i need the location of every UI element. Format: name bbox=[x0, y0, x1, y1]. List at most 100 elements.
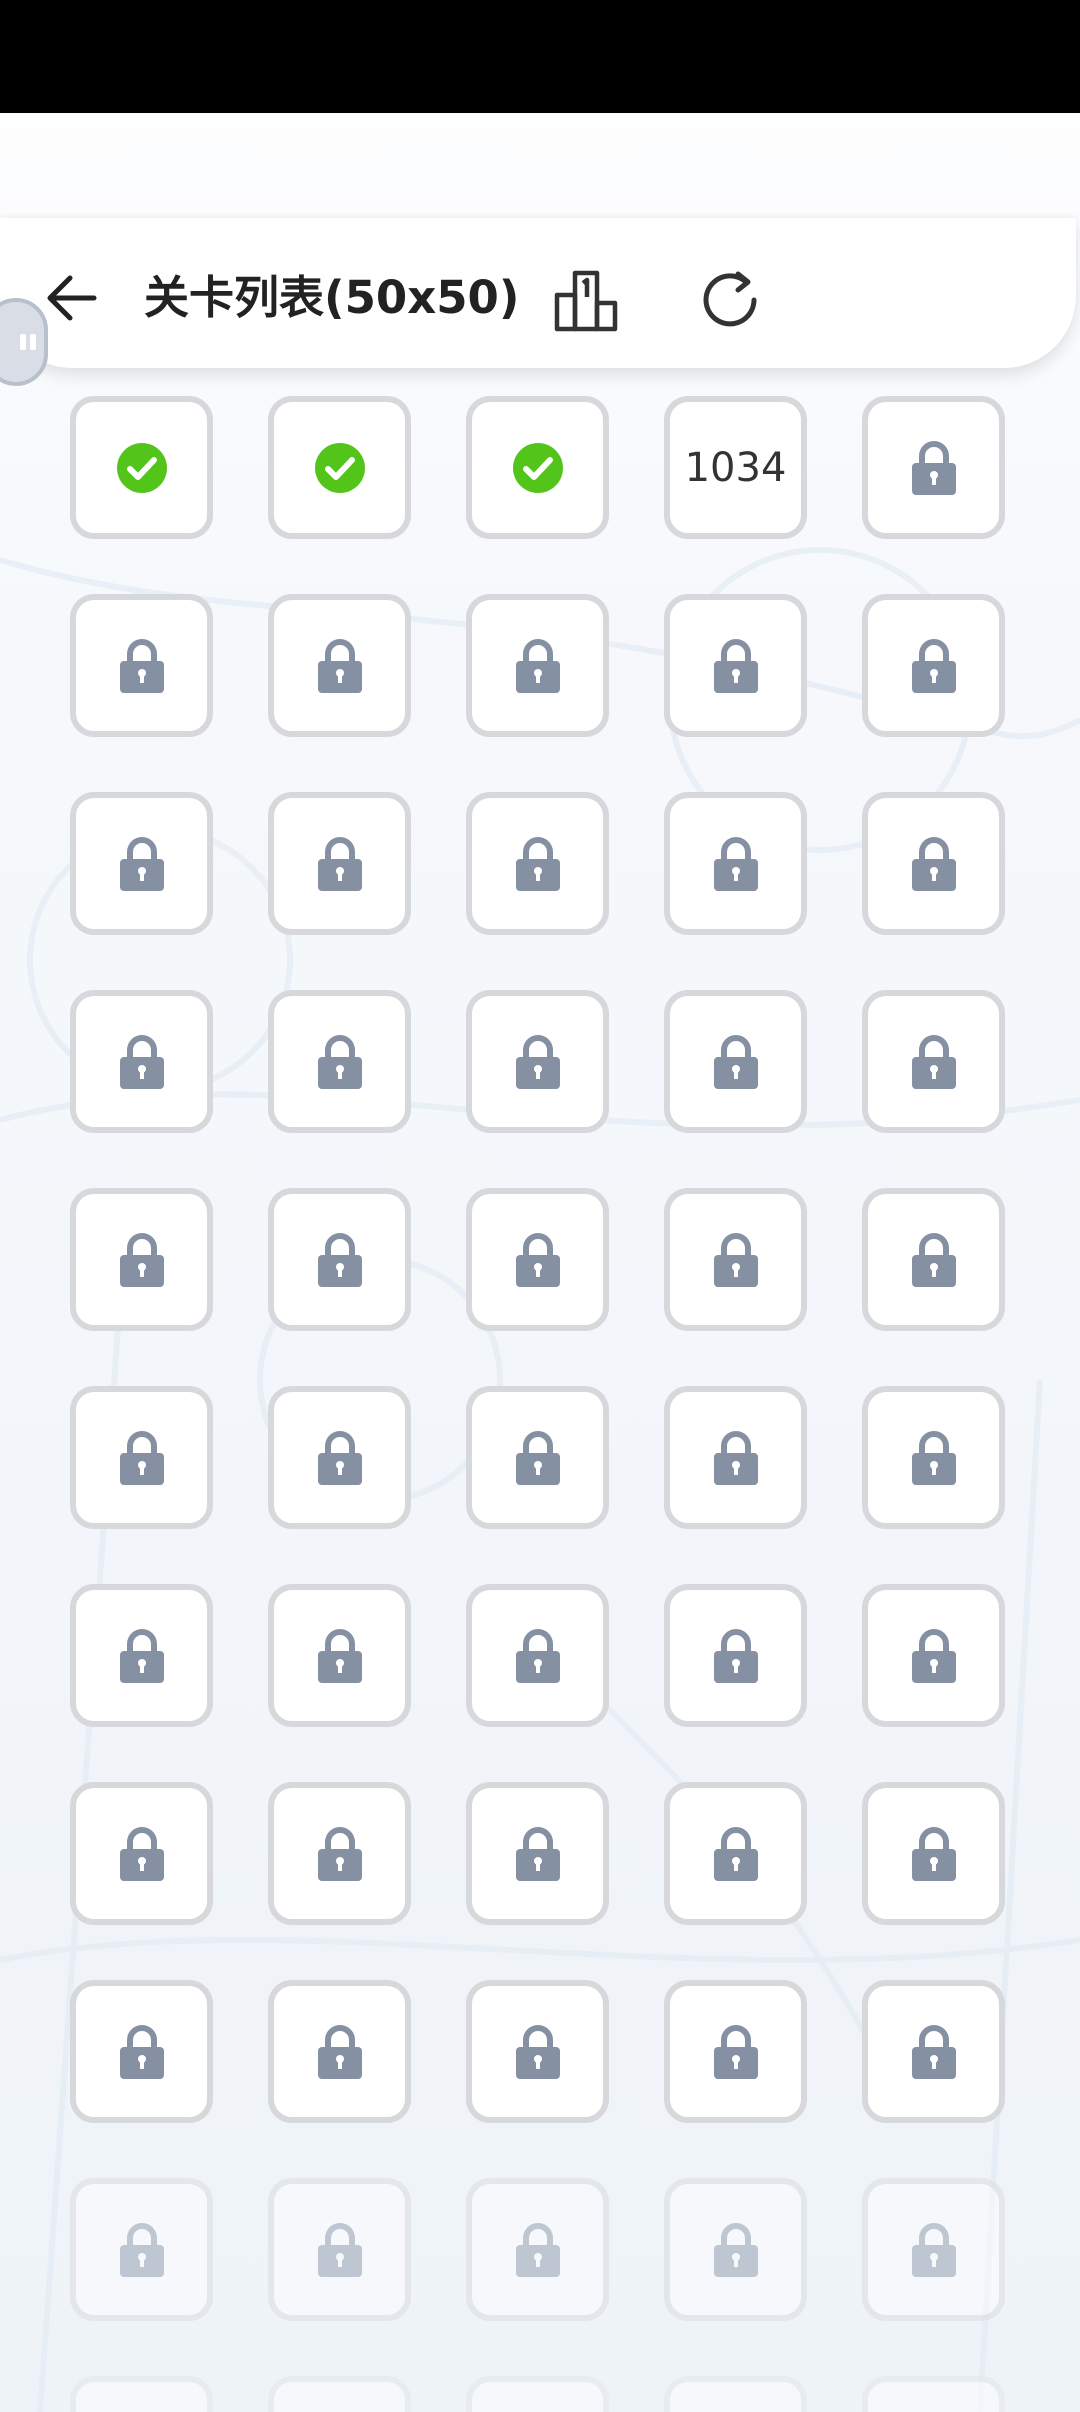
level-cell-partial bbox=[664, 2376, 807, 2412]
level-cell-locked[interactable] bbox=[466, 1386, 609, 1529]
level-cell-locked[interactable] bbox=[466, 1188, 609, 1331]
level-cell-locked[interactable] bbox=[862, 1386, 1005, 1529]
level-cell-locked[interactable] bbox=[466, 1980, 609, 2123]
level-cell-locked[interactable] bbox=[664, 1386, 807, 1529]
lock-icon bbox=[911, 1826, 956, 1881]
level-cell-locked[interactable] bbox=[70, 2178, 213, 2321]
lock-icon bbox=[713, 638, 758, 693]
level-cell-locked[interactable] bbox=[268, 1782, 411, 1925]
lock-icon bbox=[119, 2222, 164, 2277]
check-circle-icon bbox=[116, 442, 167, 493]
level-cell-partial bbox=[70, 2376, 213, 2412]
lock-icon bbox=[317, 836, 362, 891]
level-cell-locked[interactable] bbox=[664, 2178, 807, 2321]
lock-icon bbox=[713, 1826, 758, 1881]
level-cell-completed[interactable] bbox=[268, 396, 411, 539]
level-cell-locked[interactable] bbox=[862, 1188, 1005, 1331]
lock-icon bbox=[317, 638, 362, 693]
lock-icon bbox=[515, 1034, 560, 1089]
level-cell-completed[interactable] bbox=[70, 396, 213, 539]
level-cell-locked[interactable] bbox=[70, 792, 213, 935]
lock-icon bbox=[119, 1628, 164, 1683]
level-cell-locked[interactable] bbox=[862, 792, 1005, 935]
lock-icon bbox=[515, 2222, 560, 2277]
level-cell-locked[interactable] bbox=[70, 1386, 213, 1529]
level-cell-locked[interactable] bbox=[664, 1782, 807, 1925]
lock-icon bbox=[515, 1826, 560, 1881]
level-cell-locked[interactable] bbox=[664, 1584, 807, 1727]
level-list-screen: 关卡列表(50x50) 1034 bbox=[0, 0, 1080, 2412]
level-cell-locked[interactable] bbox=[268, 1980, 411, 2123]
level-cell-locked[interactable] bbox=[862, 396, 1005, 539]
level-cell-locked[interactable] bbox=[466, 990, 609, 1133]
lock-icon bbox=[119, 836, 164, 891]
level-cell-locked[interactable] bbox=[70, 1980, 213, 2123]
level-cell-locked[interactable] bbox=[268, 1584, 411, 1727]
level-cell-completed[interactable] bbox=[466, 396, 609, 539]
level-cell-locked[interactable] bbox=[70, 594, 213, 737]
lock-icon bbox=[515, 1232, 560, 1287]
lock-icon bbox=[911, 1034, 956, 1089]
level-cell-current[interactable]: 1034 bbox=[664, 396, 807, 539]
level-cell-locked[interactable] bbox=[268, 594, 411, 737]
level-cell-locked[interactable] bbox=[268, 792, 411, 935]
lock-icon bbox=[515, 2024, 560, 2079]
lock-icon bbox=[317, 2222, 362, 2277]
lock-icon bbox=[119, 1034, 164, 1089]
lock-icon bbox=[119, 1430, 164, 1485]
level-cell-locked[interactable] bbox=[664, 1980, 807, 2123]
lock-icon bbox=[317, 1430, 362, 1485]
lock-icon bbox=[515, 1628, 560, 1683]
lock-icon bbox=[911, 1430, 956, 1485]
level-cell-locked[interactable] bbox=[70, 990, 213, 1133]
level-cell-locked[interactable] bbox=[862, 594, 1005, 737]
level-grid: 1034 bbox=[0, 0, 1080, 2412]
level-cell-locked[interactable] bbox=[466, 792, 609, 935]
level-cell-locked[interactable] bbox=[268, 1386, 411, 1529]
lock-icon bbox=[713, 1232, 758, 1287]
lock-icon bbox=[515, 1430, 560, 1485]
level-cell-locked[interactable] bbox=[862, 1584, 1005, 1727]
check-circle-icon bbox=[512, 442, 563, 493]
lock-icon bbox=[317, 1034, 362, 1089]
level-cell-locked[interactable] bbox=[466, 2178, 609, 2321]
level-cell-locked[interactable] bbox=[664, 792, 807, 935]
lock-icon bbox=[713, 1034, 758, 1089]
level-cell-locked[interactable] bbox=[466, 1584, 609, 1727]
level-cell-locked[interactable] bbox=[466, 594, 609, 737]
level-cell-locked[interactable] bbox=[268, 2178, 411, 2321]
lock-icon bbox=[911, 836, 956, 891]
level-cell-locked[interactable] bbox=[268, 1188, 411, 1331]
level-cell-partial bbox=[862, 2376, 1005, 2412]
lock-icon bbox=[317, 1628, 362, 1683]
lock-icon bbox=[911, 2024, 956, 2079]
lock-icon bbox=[713, 2024, 758, 2079]
level-cell-locked[interactable] bbox=[664, 990, 807, 1133]
level-cell-partial bbox=[466, 2376, 609, 2412]
level-cell-locked[interactable] bbox=[70, 1188, 213, 1331]
lock-icon bbox=[317, 1826, 362, 1881]
level-cell-locked[interactable] bbox=[862, 2178, 1005, 2321]
level-cell-partial bbox=[268, 2376, 411, 2412]
lock-icon bbox=[119, 1232, 164, 1287]
level-cell-locked[interactable] bbox=[466, 1782, 609, 1925]
level-cell-locked[interactable] bbox=[664, 594, 807, 737]
level-cell-locked[interactable] bbox=[862, 1782, 1005, 1925]
level-cell-locked[interactable] bbox=[664, 1188, 807, 1331]
lock-icon bbox=[515, 836, 560, 891]
level-cell-locked[interactable] bbox=[862, 990, 1005, 1133]
lock-icon bbox=[911, 638, 956, 693]
lock-icon bbox=[515, 638, 560, 693]
check-circle-icon bbox=[314, 442, 365, 493]
level-cell-locked[interactable] bbox=[70, 1584, 213, 1727]
lock-icon bbox=[713, 1628, 758, 1683]
lock-icon bbox=[713, 2222, 758, 2277]
lock-icon bbox=[119, 2024, 164, 2079]
lock-icon bbox=[119, 638, 164, 693]
level-cell-locked[interactable] bbox=[268, 990, 411, 1133]
lock-icon bbox=[713, 1430, 758, 1485]
level-cell-locked[interactable] bbox=[70, 1782, 213, 1925]
lock-icon bbox=[911, 2222, 956, 2277]
level-cell-locked[interactable] bbox=[862, 1980, 1005, 2123]
level-number: 1034 bbox=[684, 444, 787, 491]
